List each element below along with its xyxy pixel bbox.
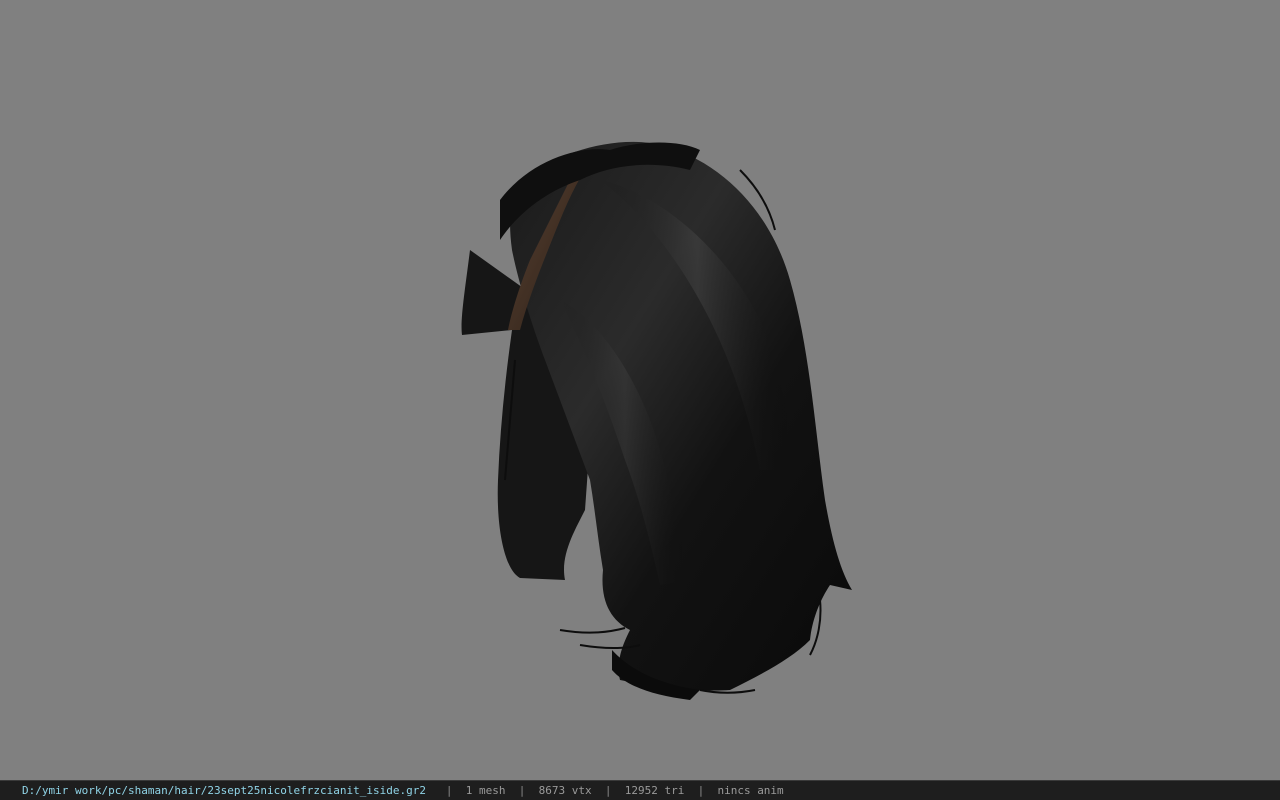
- separator: |: [445, 784, 453, 797]
- animation-status: nincs anim: [717, 784, 784, 797]
- separator: |: [518, 784, 526, 797]
- vertex-count: 8673 vtx: [538, 784, 592, 797]
- hair-model-render: [461, 141, 852, 700]
- file-path: D:/ymir work/pc/shaman/hair/23sept25nico…: [22, 784, 426, 797]
- separator: |: [697, 784, 705, 797]
- separator: |: [604, 784, 612, 797]
- 3d-viewport[interactable]: [0, 0, 1280, 780]
- mesh-count: 1 mesh: [465, 784, 506, 797]
- triangle-count: 12952 tri: [624, 784, 685, 797]
- status-bar: D:/ymir work/pc/shaman/hair/23sept25nico…: [0, 780, 1280, 800]
